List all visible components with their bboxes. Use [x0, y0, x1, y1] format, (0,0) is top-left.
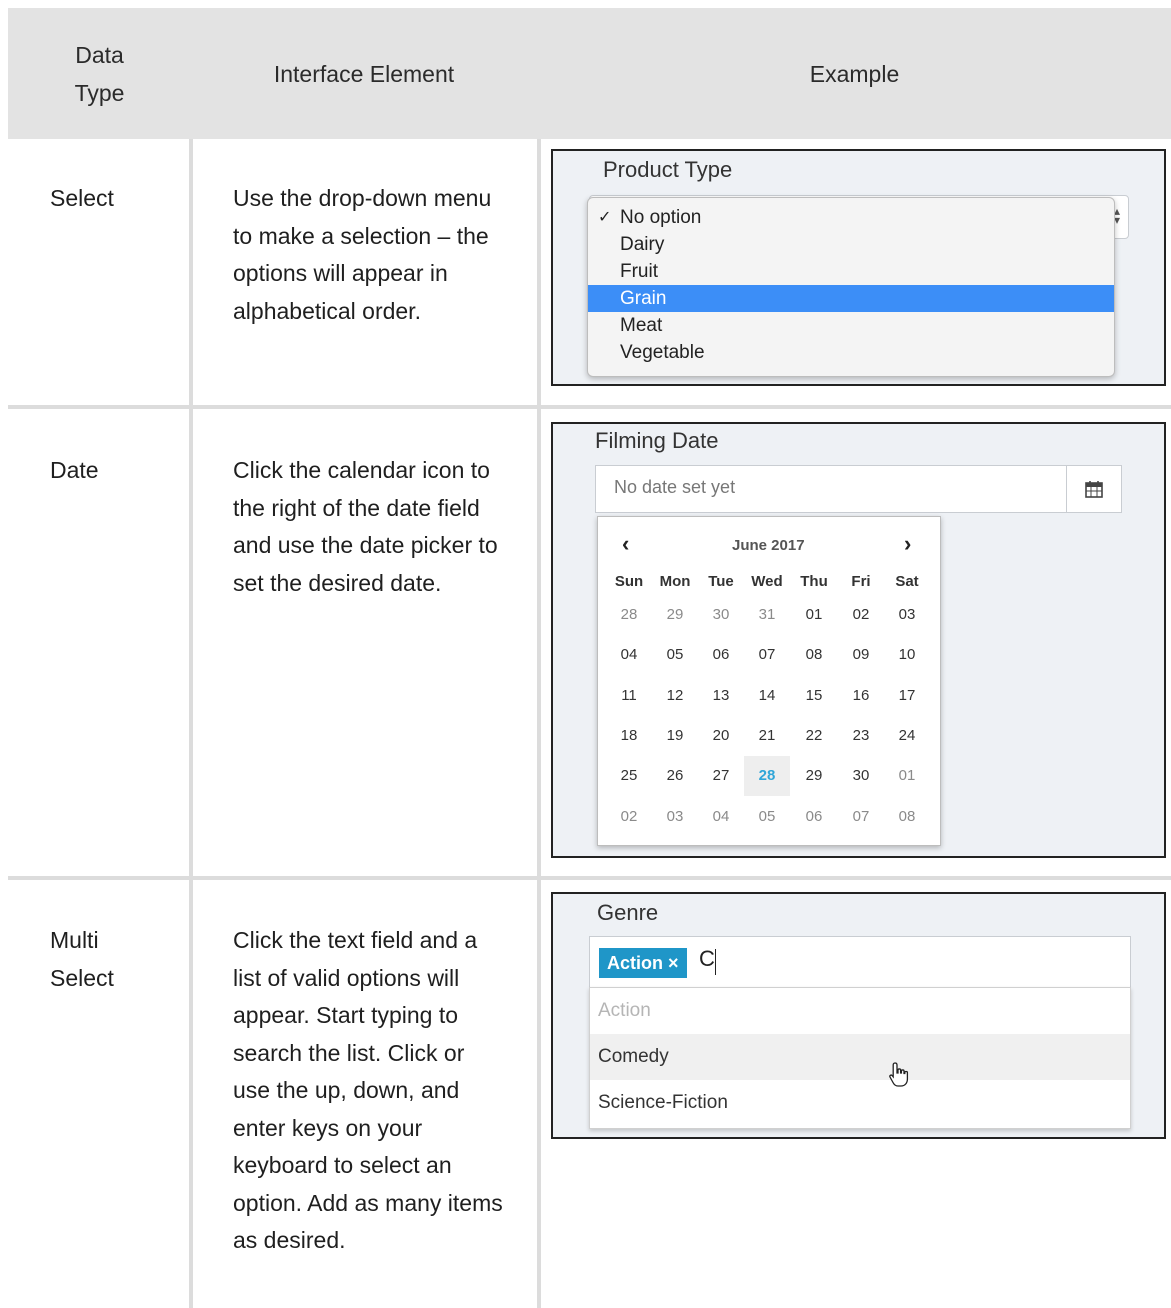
- product-type-label: Product Type: [603, 157, 733, 182]
- next-month-button[interactable]: ›: [904, 531, 911, 557]
- weekday-label: Tue: [708, 573, 734, 590]
- calendar-day[interactable]: 02: [606, 797, 652, 837]
- prev-month-button[interactable]: ‹: [622, 531, 629, 557]
- weekday-label: Sat: [895, 573, 919, 590]
- calendar-day[interactable]: 19: [652, 716, 698, 756]
- multi-select-example: Genre Action × C Action Comedy Science-F…: [551, 892, 1166, 1139]
- calendar-button[interactable]: [1066, 465, 1122, 513]
- column-divider: [189, 139, 193, 1308]
- calendar-day[interactable]: 01: [791, 595, 837, 635]
- filming-date-label: Filming Date: [595, 428, 719, 453]
- typed-text: C: [699, 946, 715, 971]
- calendar-icon: [1085, 481, 1103, 498]
- calendar-day[interactable]: 27: [698, 756, 744, 796]
- option-comedy[interactable]: Comedy: [590, 1034, 1130, 1080]
- calendar-day[interactable]: 18: [606, 716, 652, 756]
- row-divider: [8, 405, 1171, 409]
- option-grain[interactable]: Grain: [588, 285, 1114, 312]
- date-placeholder: No date set yet: [614, 477, 736, 497]
- calendar-day[interactable]: 13: [698, 676, 744, 716]
- calendar-day[interactable]: 15: [791, 676, 837, 716]
- calendar-day[interactable]: 08: [791, 635, 837, 675]
- hand-cursor-icon: [889, 1062, 909, 1087]
- calendar-day[interactable]: 22: [791, 716, 837, 756]
- genre-options-list: Action Comedy Science-Fiction: [589, 987, 1131, 1129]
- calendar-day[interactable]: 29: [791, 756, 837, 796]
- checkmark-icon: ✓: [598, 209, 612, 226]
- calendar-day[interactable]: 04: [698, 797, 744, 837]
- calendar-day[interactable]: 09: [838, 635, 884, 675]
- option-action: Action: [598, 1000, 651, 1021]
- option-vegetable[interactable]: Vegetable: [588, 339, 1114, 366]
- weekday-label: Mon: [659, 573, 691, 590]
- calendar-day[interactable]: 16: [838, 676, 884, 716]
- calendar-day[interactable]: 03: [884, 595, 930, 635]
- option-science-fiction[interactable]: Science-Fiction: [590, 1080, 1130, 1126]
- row-description-multi-select: Click the text field and a list of valid…: [233, 927, 503, 1253]
- calendar-day[interactable]: 25: [606, 756, 652, 796]
- row-type-multi-select: Multi Select: [50, 927, 114, 991]
- date-example: Filming Date No date set yet ‹ June 2017…: [551, 422, 1166, 858]
- calendar-day[interactable]: 26: [652, 756, 698, 796]
- doc-page: Data Type Interface Element Example Sele…: [8, 8, 1171, 1308]
- row-type-select: Select: [50, 185, 114, 211]
- header-example: Example: [809, 60, 900, 87]
- calendar-day[interactable]: 07: [744, 635, 790, 675]
- calendar-day[interactable]: 05: [652, 635, 698, 675]
- calendar-day[interactable]: 05: [744, 797, 790, 837]
- calendar-day[interactable]: 28: [744, 756, 790, 797]
- weekday-label: Thu: [800, 573, 828, 590]
- calendar-day[interactable]: 24: [884, 716, 930, 756]
- option-no-option[interactable]: ✓ No option: [588, 204, 1114, 231]
- filming-date-input[interactable]: No date set yet: [595, 465, 1067, 513]
- calendar-day[interactable]: 30: [838, 756, 884, 796]
- weekday-label: Wed: [751, 573, 783, 590]
- calendar-day[interactable]: 01: [884, 756, 930, 796]
- row-divider: [8, 876, 1171, 880]
- column-divider: [537, 139, 541, 1308]
- month-title: June 2017: [732, 537, 805, 554]
- select-example: Product Type ▴ ▾ ✓ No option Dairy Fruit G…: [551, 149, 1166, 386]
- calendar-day[interactable]: 04: [606, 635, 652, 675]
- header-interface-element: Interface Element: [273, 60, 455, 87]
- calendar-day[interactable]: 12: [652, 676, 698, 716]
- calendar-day[interactable]: 06: [791, 797, 837, 837]
- weekday-label: Fri: [851, 573, 871, 590]
- genre-label: Genre: [597, 900, 659, 925]
- option-dairy[interactable]: Dairy: [588, 231, 1114, 258]
- row-description-date: Click the calendar icon to the right of …: [233, 457, 498, 596]
- calendar-day[interactable]: 07: [838, 797, 884, 837]
- calendar-day[interactable]: 31: [744, 595, 790, 635]
- calendar-day[interactable]: 02: [838, 595, 884, 635]
- option-meat[interactable]: Meat: [588, 312, 1114, 339]
- text-caret: [715, 949, 716, 975]
- calendar-day[interactable]: 29: [652, 595, 698, 635]
- calendar-day[interactable]: 23: [838, 716, 884, 756]
- calendar-day[interactable]: 03: [652, 797, 698, 837]
- selected-tag-action[interactable]: Action ×: [599, 948, 687, 978]
- calendar-day[interactable]: 14: [744, 676, 790, 716]
- calendar-day[interactable]: 11: [606, 676, 652, 716]
- header-data-type: Data Type: [74, 41, 125, 106]
- calendar-day[interactable]: 21: [744, 716, 790, 756]
- calendar-day[interactable]: 17: [884, 676, 930, 716]
- calendar-day[interactable]: 20: [698, 716, 744, 756]
- product-type-dropdown[interactable]: ✓ No option Dairy Fruit Grain Meat Vegeta…: [587, 197, 1115, 377]
- row-type-date: Date: [50, 457, 99, 483]
- calendar-day[interactable]: 08: [884, 797, 930, 837]
- calendar-day[interactable]: 30: [698, 595, 744, 635]
- weekday-label: Sun: [614, 573, 644, 590]
- calendar-day[interactable]: 28: [606, 595, 652, 635]
- date-picker: ‹ June 2017 › Sun Mon Tue Wed Thu Fri Sat 28 29…: [597, 516, 941, 846]
- option-fruit[interactable]: Fruit: [588, 258, 1114, 285]
- row-description-select: Use the drop-down menu to make a selecti…: [233, 185, 492, 324]
- calendar-day[interactable]: 06: [698, 635, 744, 675]
- calendar-day[interactable]: 10: [884, 635, 930, 675]
